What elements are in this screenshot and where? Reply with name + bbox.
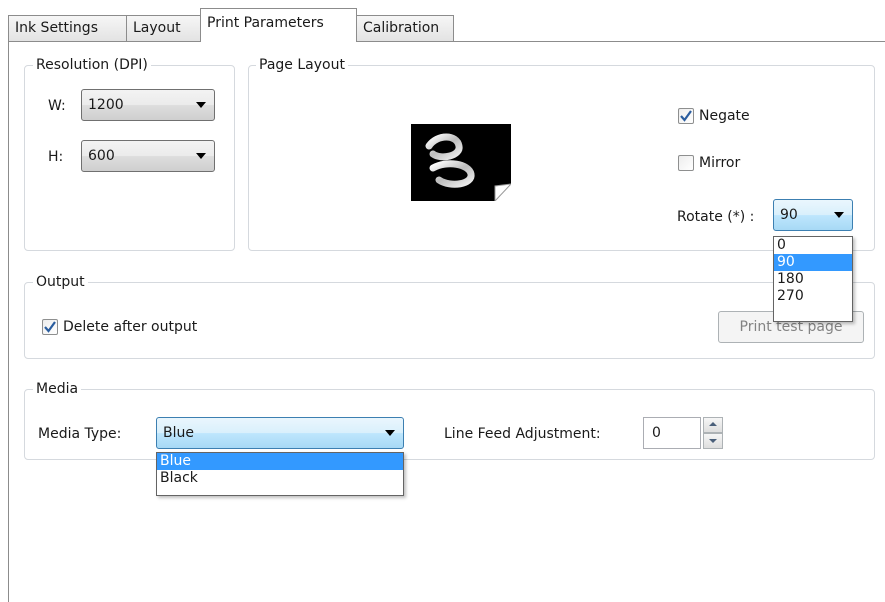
rotate-dropdown-list: 0 90 180 270 [773, 236, 853, 322]
media-group-title: Media [33, 380, 82, 398]
pane-left-border [8, 41, 9, 602]
height-dpi-select[interactable]: 600 [81, 140, 215, 172]
negate-label: Negate [699, 108, 750, 124]
tab-layout[interactable]: Layout [126, 15, 201, 41]
rotate-option-270[interactable]: 270 [774, 288, 852, 305]
chevron-down-icon [196, 102, 206, 108]
rotate-label: Rotate (*) : [677, 209, 755, 225]
delete-after-output-checkbox[interactable] [42, 319, 58, 335]
rotate-select[interactable]: 90 [773, 199, 853, 231]
width-label: W: [48, 98, 66, 114]
media-type-select[interactable]: Blue [156, 417, 404, 449]
resolution-group-title: Resolution (DPI) [33, 56, 151, 74]
line-feed-adjustment-input[interactable]: 0 [643, 417, 701, 449]
tab-ink-settings[interactable]: Ink Settings [8, 15, 127, 41]
height-dpi-value: 600 [88, 148, 115, 164]
arrow-up-icon [709, 422, 717, 426]
output-group-title: Output [33, 273, 88, 291]
media-type-dropdown-list: Blue Black [156, 452, 404, 496]
mirror-label: Mirror [699, 155, 741, 171]
chevron-down-icon [385, 430, 395, 436]
page-preview-image [411, 124, 513, 203]
media-option-blue[interactable]: Blue [157, 453, 403, 470]
width-dpi-value: 1200 [88, 97, 124, 113]
rotate-value: 90 [780, 207, 798, 223]
tab-calibration[interactable]: Calibration [356, 15, 454, 41]
arrow-down-icon [709, 439, 717, 443]
media-type-label: Media Type: [38, 426, 122, 442]
line-feed-adjustment-label: Line Feed Adjustment: [444, 426, 601, 442]
media-type-value: Blue [163, 425, 194, 441]
rotate-option-180[interactable]: 180 [774, 271, 852, 288]
line-feed-increment-button[interactable] [703, 417, 723, 433]
chevron-down-icon [834, 212, 844, 218]
negate-checkbox[interactable] [678, 108, 694, 124]
checkmark-icon [44, 321, 56, 333]
tab-print-parameters[interactable]: Print Parameters [200, 8, 357, 42]
height-label: H: [48, 149, 64, 165]
rotate-option-90[interactable]: 90 [774, 254, 852, 271]
page-layout-group-title: Page Layout [256, 56, 348, 74]
checkmark-icon [680, 110, 692, 122]
line-feed-decrement-button[interactable] [703, 433, 723, 449]
media-option-black[interactable]: Black [157, 470, 403, 487]
rotate-option-0[interactable]: 0 [774, 237, 852, 254]
chevron-down-icon [196, 153, 206, 159]
delete-after-output-label: Delete after output [63, 319, 198, 335]
width-dpi-select[interactable]: 1200 [81, 89, 215, 121]
tab-strip-baseline [8, 41, 885, 42]
mirror-checkbox[interactable] [678, 155, 694, 171]
